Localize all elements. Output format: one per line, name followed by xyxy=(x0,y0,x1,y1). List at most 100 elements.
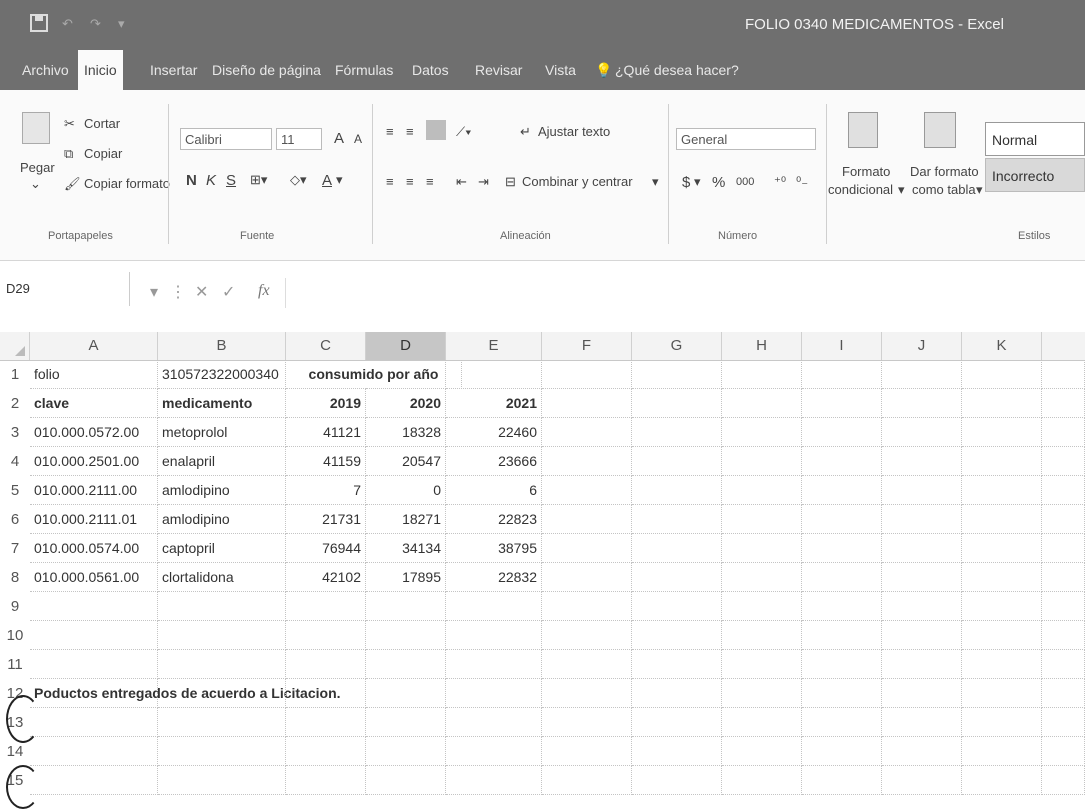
cell-h10[interactable] xyxy=(722,621,802,650)
cell-b12[interactable] xyxy=(158,679,286,708)
customize-qat-icon[interactable]: ▾ xyxy=(118,16,125,32)
format-as-table-icon[interactable] xyxy=(924,112,956,148)
cell-c4[interactable]: 41159 xyxy=(286,447,366,476)
cell-a15[interactable] xyxy=(30,766,158,795)
tab-revisar[interactable]: Revisar xyxy=(475,50,522,90)
cell-g6[interactable] xyxy=(632,505,722,534)
cell-e13[interactable] xyxy=(446,708,542,737)
cell-i8[interactable] xyxy=(802,563,882,592)
cell-e15[interactable] xyxy=(446,766,542,795)
cell-g12[interactable] xyxy=(632,679,722,708)
formula-input[interactable] xyxy=(285,278,1085,308)
cell-i4[interactable] xyxy=(802,447,882,476)
cell-b7[interactable]: captopril xyxy=(158,534,286,563)
cell-k7[interactable] xyxy=(962,534,1042,563)
cell-h9[interactable] xyxy=(722,592,802,621)
cell-h1[interactable] xyxy=(722,360,802,389)
align-left-icon[interactable]: ≡ xyxy=(386,174,394,189)
cell-d12[interactable] xyxy=(366,679,446,708)
merge-dropdown-icon[interactable]: ▾ xyxy=(652,174,659,190)
cell-i5[interactable] xyxy=(802,476,882,505)
shrink-font-button[interactable]: A xyxy=(354,132,362,146)
cell-d5[interactable]: 0 xyxy=(366,476,446,505)
cell-j15[interactable] xyxy=(882,766,962,795)
font-color-button[interactable]: A xyxy=(322,172,332,189)
cell-a12[interactable]: Poductos entregados de acuerdo a Licitac… xyxy=(30,679,341,708)
save-icon[interactable] xyxy=(30,14,48,32)
row-header[interactable]: 4 xyxy=(0,447,30,476)
grow-font-button[interactable]: A xyxy=(334,130,344,147)
cell-e3[interactable]: 22460 xyxy=(446,418,542,447)
cell-c5[interactable]: 7 xyxy=(286,476,366,505)
cell-k12[interactable] xyxy=(962,679,1042,708)
cell-c15[interactable] xyxy=(286,766,366,795)
cell-e12[interactable] xyxy=(446,679,542,708)
redo-icon[interactable]: ↷ xyxy=(90,16,101,32)
cell-h12[interactable] xyxy=(722,679,802,708)
cell-f4[interactable] xyxy=(542,447,632,476)
column-header-d[interactable]: D xyxy=(366,332,446,360)
cell-i13[interactable] xyxy=(802,708,882,737)
cell-f9[interactable] xyxy=(542,592,632,621)
cell-d3[interactable]: 18328 xyxy=(366,418,446,447)
increase-indent-icon[interactable]: ⇥ xyxy=(478,174,489,190)
cell-j12[interactable] xyxy=(882,679,962,708)
cell-a14[interactable] xyxy=(30,737,158,766)
cell-e4[interactable]: 23666 xyxy=(446,447,542,476)
cell-g13[interactable] xyxy=(632,708,722,737)
tab-datos[interactable]: Datos xyxy=(412,50,449,90)
cell-b6[interactable]: amlodipino xyxy=(158,505,286,534)
cell-d9[interactable] xyxy=(366,592,446,621)
cell-c8[interactable]: 42102 xyxy=(286,563,366,592)
row-header[interactable]: 8 xyxy=(0,563,30,592)
row-header[interactable]: 6 xyxy=(0,505,30,534)
cell-l3[interactable] xyxy=(1042,418,1085,447)
cell-g15[interactable] xyxy=(632,766,722,795)
cell-c9[interactable] xyxy=(286,592,366,621)
cell-d13[interactable] xyxy=(366,708,446,737)
cell-j10[interactable] xyxy=(882,621,962,650)
row-header[interactable]: 10 xyxy=(0,621,30,650)
increase-decimal-icon[interactable]: ⁺⁰ xyxy=(774,174,786,190)
cell-g8[interactable] xyxy=(632,563,722,592)
row-header[interactable]: 9 xyxy=(0,592,30,621)
font-size-select[interactable]: 11 xyxy=(276,128,322,150)
column-header-a[interactable]: A xyxy=(30,332,158,360)
wrap-text-button[interactable]: Ajustar texto xyxy=(538,124,610,139)
cell-e6[interactable]: 22823 xyxy=(446,505,542,534)
tab-formulas[interactable]: Fórmulas xyxy=(335,50,393,90)
cell-f3[interactable] xyxy=(542,418,632,447)
cell-j8[interactable] xyxy=(882,563,962,592)
style-bad[interactable]: Incorrecto xyxy=(985,158,1085,192)
row-header[interactable]: 3 xyxy=(0,418,30,447)
cell-g10[interactable] xyxy=(632,621,722,650)
tell-me-input[interactable]: ¿Qué desea hacer? xyxy=(615,50,739,90)
cell-g11[interactable] xyxy=(632,650,722,679)
tab-archivo[interactable]: Archivo xyxy=(22,50,69,90)
cell-b9[interactable] xyxy=(158,592,286,621)
cell-d8[interactable]: 17895 xyxy=(366,563,446,592)
cell-g4[interactable] xyxy=(632,447,722,476)
cell-k15[interactable] xyxy=(962,766,1042,795)
cell-g7[interactable] xyxy=(632,534,722,563)
cell-h15[interactable] xyxy=(722,766,802,795)
align-bottom-icon[interactable] xyxy=(426,120,446,140)
row-header[interactable]: 1 xyxy=(0,360,30,389)
cell-j4[interactable] xyxy=(882,447,962,476)
cell-j9[interactable] xyxy=(882,592,962,621)
cell-g9[interactable] xyxy=(632,592,722,621)
cell-b5[interactable]: amlodipino xyxy=(158,476,286,505)
cell-j7[interactable] xyxy=(882,534,962,563)
copy-button[interactable]: Copiar xyxy=(84,146,122,161)
cell-k3[interactable] xyxy=(962,418,1042,447)
cell-g5[interactable] xyxy=(632,476,722,505)
cell-j14[interactable] xyxy=(882,737,962,766)
cell-g1[interactable] xyxy=(632,360,722,389)
cell-b14[interactable] xyxy=(158,737,286,766)
cell-i11[interactable] xyxy=(802,650,882,679)
decrease-decimal-icon[interactable]: ⁰₋ xyxy=(796,174,808,190)
column-header-h[interactable]: H xyxy=(722,332,802,360)
cell-h13[interactable] xyxy=(722,708,802,737)
cell-i6[interactable] xyxy=(802,505,882,534)
cell-a13[interactable] xyxy=(30,708,158,737)
